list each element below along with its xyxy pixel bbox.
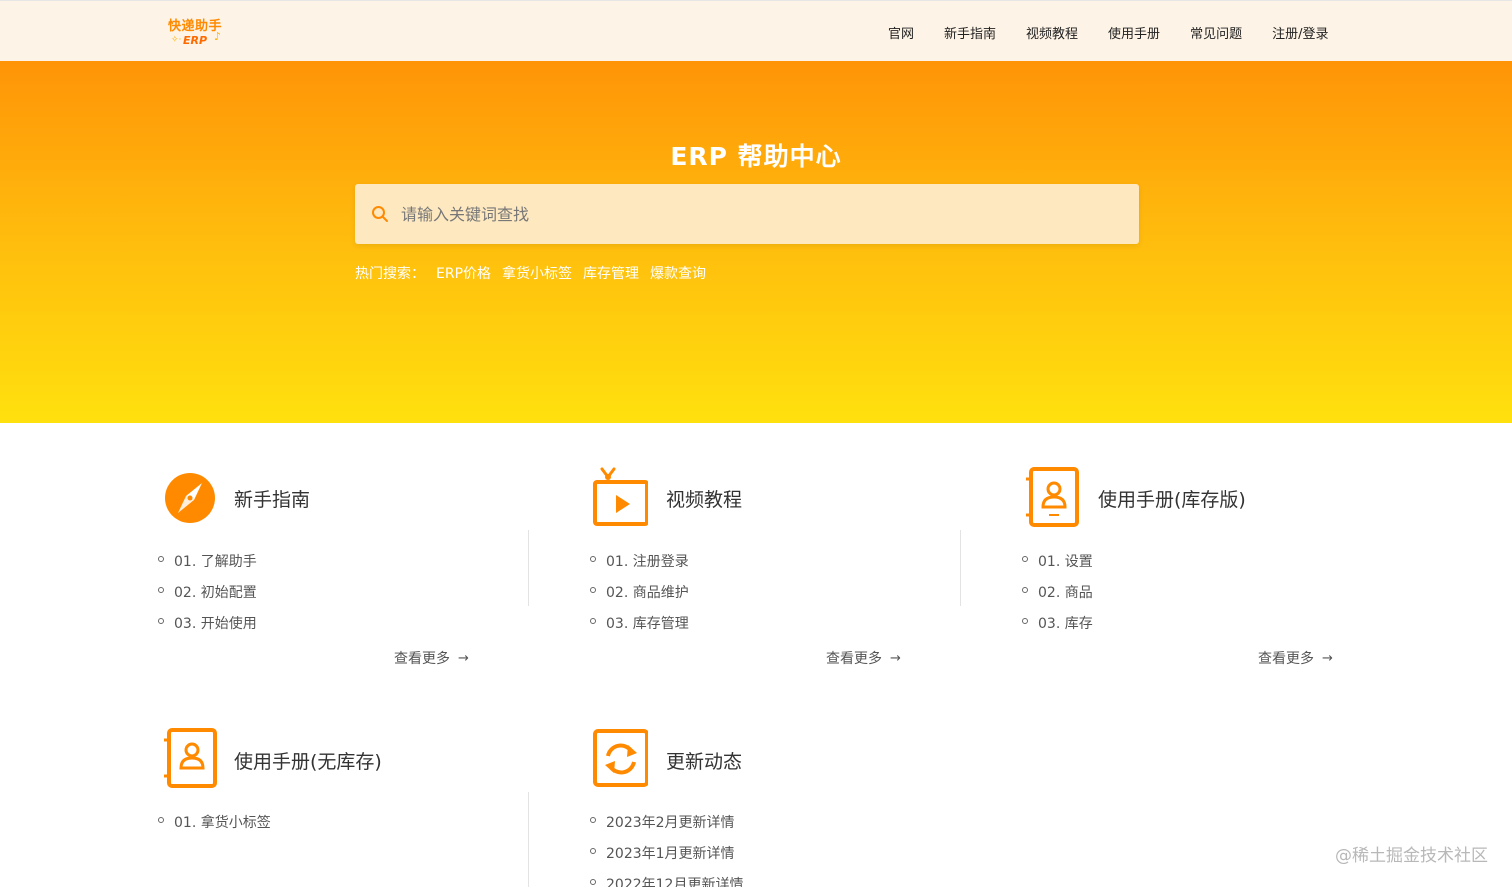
- view-more-label: 查看更多: [394, 651, 450, 667]
- logo-spark-right-icon: ♪: [214, 30, 222, 43]
- nav-faq[interactable]: 常见问题: [1190, 23, 1242, 42]
- section-manual-inventory: 使用手册(库存版) 01. 设置 02. 商品 03. 库存 查看更多 →: [1022, 467, 1402, 667]
- item-label: 03. 开始使用: [174, 616, 257, 632]
- list-item[interactable]: 01. 设置: [1022, 551, 1093, 582]
- bullet-icon: [1022, 618, 1028, 624]
- list-item[interactable]: 2022年12月更新详情: [590, 874, 743, 887]
- contact-book-icon: [1026, 467, 1079, 527]
- section-title: 更新动态: [666, 751, 743, 773]
- article-list: 01. 了解助手 02. 初始配置 03. 开始使用: [158, 551, 257, 644]
- item-label: 2023年2月更新详情: [606, 815, 735, 831]
- bullet-icon: [590, 817, 596, 823]
- list-item[interactable]: 01. 了解助手: [158, 551, 257, 582]
- arrow-right-icon: →: [890, 650, 901, 666]
- nav-beginner-guide[interactable]: 新手指南: [944, 23, 996, 42]
- search-box[interactable]: [355, 184, 1139, 244]
- list-item[interactable]: 03. 库存: [1022, 613, 1093, 644]
- bullet-icon: [158, 817, 164, 823]
- top-bar: 快递助手 ✧· ERP ♪ 官网 新手指南 视频教程 使用手册 常见问题 注册/…: [0, 0, 1512, 61]
- item-label: 01. 了解助手: [174, 554, 257, 570]
- contact-book-icon: [164, 728, 217, 788]
- section-updates: 更新动态 2023年2月更新详情 2023年1月更新详情 2022年12月更新详…: [590, 728, 970, 887]
- list-item[interactable]: 03. 开始使用: [158, 613, 257, 644]
- bullet-icon: [590, 618, 596, 624]
- item-label: 03. 库存管理: [606, 616, 689, 632]
- list-item[interactable]: 01. 注册登录: [590, 551, 689, 582]
- bullet-icon: [590, 556, 596, 562]
- bullet-icon: [158, 618, 164, 624]
- section-manual-no-inventory: 使用手册(无库存) 01. 拿货小标签: [158, 728, 538, 887]
- item-label: 02. 商品维护: [606, 585, 689, 601]
- nav-user-manual[interactable]: 使用手册: [1108, 23, 1160, 42]
- view-more-label: 查看更多: [1258, 651, 1314, 667]
- search-input[interactable]: [401, 184, 1121, 244]
- refresh-icon: [593, 729, 648, 787]
- item-label: 01. 注册登录: [606, 554, 689, 570]
- nav-register-login[interactable]: 注册/登录: [1272, 23, 1328, 42]
- hero-banner: ERP 帮助中心 热门搜索： ERP价格 拿货小标签 库存管理 爆款查询: [0, 61, 1512, 423]
- item-label: 02. 商品: [1038, 585, 1093, 601]
- hot-searches: 热门搜索： ERP价格 拿货小标签 库存管理 爆款查询: [355, 263, 717, 283]
- hot-term-bestseller[interactable]: 爆款查询: [650, 263, 706, 283]
- list-item[interactable]: 02. 商品维护: [590, 582, 689, 613]
- item-label: 02. 初始配置: [174, 585, 257, 601]
- divider: [960, 530, 961, 606]
- list-item[interactable]: 02. 初始配置: [158, 582, 257, 613]
- divider: [528, 792, 529, 887]
- hot-term-inventory[interactable]: 库存管理: [583, 263, 639, 283]
- search-icon[interactable]: [371, 205, 389, 223]
- section-video-tutorials: 视频教程 01. 注册登录 02. 商品维护 03. 库存管理 查看更多 →: [590, 467, 970, 667]
- list-item[interactable]: 2023年1月更新详情: [590, 843, 743, 874]
- arrow-right-icon: →: [458, 650, 469, 666]
- section-beginner-guide: 新手指南 01. 了解助手 02. 初始配置 03. 开始使用 查看更多 →: [158, 467, 538, 667]
- logo-erp: ERP: [183, 34, 208, 47]
- list-item[interactable]: 01. 拿货小标签: [158, 812, 271, 843]
- bullet-icon: [590, 587, 596, 593]
- bullet-icon: [1022, 587, 1028, 593]
- item-label: 2022年12月更新详情: [606, 877, 744, 887]
- nav-official-site[interactable]: 官网: [888, 23, 914, 42]
- article-list: 01. 设置 02. 商品 03. 库存: [1022, 551, 1093, 644]
- bullet-icon: [158, 556, 164, 562]
- bullet-icon: [1022, 556, 1028, 562]
- bullet-icon: [590, 848, 596, 854]
- watermark: @稀土掘金技术社区: [1335, 846, 1488, 866]
- view-more-link[interactable]: 查看更多 →: [826, 648, 901, 668]
- tv-play-icon: [593, 467, 648, 526]
- arrow-right-icon: →: [1322, 650, 1333, 666]
- page-title: ERP 帮助中心: [670, 142, 842, 171]
- article-list: 2023年2月更新详情 2023年1月更新详情 2022年12月更新详情: [590, 812, 743, 887]
- article-list: 01. 注册登录 02. 商品维护 03. 库存管理: [590, 551, 689, 644]
- section-title: 新手指南: [234, 489, 311, 511]
- article-list: 01. 拿货小标签: [158, 812, 271, 843]
- nav-video-tutorials[interactable]: 视频教程: [1026, 23, 1078, 42]
- bullet-icon: [590, 879, 596, 885]
- compass-icon: [165, 473, 215, 523]
- section-title: 使用手册(库存版): [1098, 489, 1246, 511]
- logo[interactable]: 快递助手 ✧· ERP ♪: [166, 15, 230, 51]
- logo-spark-left-icon: ✧·: [171, 35, 182, 45]
- hot-term-label[interactable]: 拿货小标签: [502, 263, 572, 283]
- item-label: 03. 库存: [1038, 616, 1093, 632]
- list-item[interactable]: 03. 库存管理: [590, 613, 689, 644]
- list-item[interactable]: 2023年2月更新详情: [590, 812, 743, 843]
- hot-search-label: 热门搜索：: [355, 266, 425, 282]
- list-item[interactable]: 02. 商品: [1022, 582, 1093, 613]
- item-label: 01. 拿货小标签: [174, 815, 271, 831]
- top-nav: 官网 新手指南 视频教程 使用手册 常见问题 注册/登录: [888, 23, 1328, 42]
- divider: [528, 530, 529, 606]
- section-title: 使用手册(无库存): [234, 751, 382, 773]
- item-label: 2023年1月更新详情: [606, 846, 735, 862]
- section-title: 视频教程: [666, 489, 743, 511]
- view-more-link[interactable]: 查看更多 →: [1258, 648, 1333, 668]
- view-more-label: 查看更多: [826, 651, 882, 667]
- view-more-link[interactable]: 查看更多 →: [394, 648, 469, 668]
- hot-term-erp-price[interactable]: ERP价格: [436, 263, 491, 283]
- item-label: 01. 设置: [1038, 554, 1093, 570]
- bullet-icon: [158, 587, 164, 593]
